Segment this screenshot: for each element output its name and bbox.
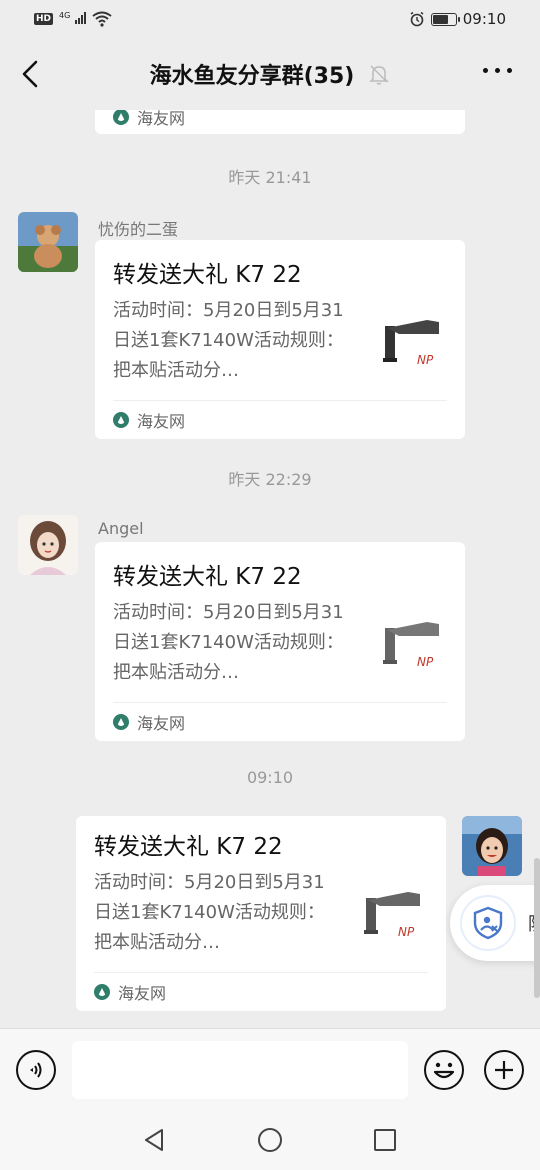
thumb-logo: NP	[417, 353, 434, 367]
thumb-logo: NP	[398, 925, 415, 939]
card-description: 活动时间：5月20日到5月31日送1套K7140W活动规则：把本贴活动分…	[113, 602, 344, 683]
source-icon	[113, 714, 129, 730]
avatar[interactable]	[18, 515, 78, 575]
chat-area[interactable]: 海友网 昨天 21:41 忧伤的二蛋 转发送大礼 K7 22 活动时间：5月20…	[0, 110, 540, 1028]
chat-title-wrap: 海水鱼友分享群(35)	[150, 58, 391, 90]
chat-title: 海水鱼友分享群(35)	[149, 64, 355, 89]
more-functions-button[interactable]	[484, 1050, 524, 1090]
input-bar	[0, 1028, 540, 1110]
hd-badge: HD	[34, 13, 54, 25]
mute-bell-icon	[369, 65, 390, 85]
system-recents-icon[interactable]	[374, 1129, 396, 1151]
link-card[interactable]: 转发送大礼 K7 22 活动时间：5月20日到5月31日送1套K7140W活动规…	[95, 240, 465, 439]
card-source: 海友网	[137, 412, 186, 431]
card-footer: 海友网	[94, 973, 428, 1011]
plus-icon	[495, 1061, 513, 1079]
back-arrow-icon[interactable]	[18, 58, 42, 90]
wifi-icon	[92, 11, 112, 27]
scrollbar[interactable]	[534, 858, 540, 998]
message-timestamp: 09:10	[246, 768, 294, 787]
status-left: HD 4G	[34, 10, 112, 28]
sender-name: 忧伤的二蛋	[98, 220, 179, 239]
my-avatar[interactable]	[462, 816, 522, 876]
card-description: 活动时间：5月20日到5月31日送1套K7140W活动规则：把本贴活动分…	[113, 300, 344, 381]
card-title: 转发送大礼 K7 22	[113, 564, 302, 590]
message-timestamp: 昨天 21:41	[228, 168, 312, 187]
alarm-icon	[410, 11, 424, 27]
lamp-thumbnail-image: NP	[375, 308, 447, 380]
lamp-thumbnail-image: NP	[375, 610, 447, 682]
system-back-icon[interactable]	[143, 1128, 165, 1152]
cellular-signal-icon: 4G	[59, 10, 87, 28]
card-body: 活动时间：5月20日到5月31日送1套K7140W活动规则：把本贴活动分… NP	[113, 598, 447, 690]
card-source: 海友网	[137, 110, 186, 128]
source-icon	[113, 412, 129, 428]
card-footer: 海友网	[113, 401, 447, 439]
card-title: 转发送大礼 K7 22	[94, 834, 283, 860]
card-description: 活动时间：5月20日到5月31日送1套K7140W活动规则：把本贴活动分…	[94, 872, 325, 953]
status-right: 09:10	[409, 10, 506, 28]
emoji-button[interactable]	[424, 1050, 464, 1090]
source-icon	[94, 984, 110, 1000]
emoji-icon	[433, 1062, 455, 1079]
card-title: 转发送大礼 K7 22	[113, 262, 302, 288]
card-source: 海友网	[137, 714, 186, 733]
card-body: 活动时间：5月20日到5月31日送1套K7140W活动规则：把本贴活动分… NP	[94, 868, 428, 960]
avatar[interactable]	[18, 212, 78, 272]
shield-icon	[460, 895, 516, 951]
voice-icon	[30, 1062, 42, 1078]
partial-message-card[interactable]: 海友网	[95, 110, 465, 134]
card-source: 海友网	[118, 984, 167, 1003]
floating-security-widget[interactable]: 防	[450, 885, 540, 961]
thumb-logo: NP	[417, 655, 434, 669]
status-bar: HD 4G 09:10	[0, 0, 540, 38]
chat-header: 海水鱼友分享群(35)	[0, 38, 540, 110]
message-timestamp: 昨天 22:29	[228, 470, 312, 489]
battery-icon	[430, 12, 460, 26]
status-time: 09:10	[462, 10, 506, 28]
more-options-button[interactable]	[483, 68, 512, 73]
system-navigation-bar	[0, 1110, 540, 1170]
message-input[interactable]	[72, 1041, 408, 1099]
my-link-card[interactable]: 转发送大礼 K7 22 活动时间：5月20日到5月31日送1套K7140W活动规…	[76, 816, 446, 1011]
sender-name: Angel	[98, 519, 144, 538]
card-footer: 海友网	[113, 703, 447, 741]
source-icon	[113, 110, 129, 125]
lamp-thumbnail-image: NP	[356, 880, 428, 952]
link-card[interactable]: 转发送大礼 K7 22 活动时间：5月20日到5月31日送1套K7140W活动规…	[95, 542, 465, 741]
card-body: 活动时间：5月20日到5月31日送1套K7140W活动规则：把本贴活动分… NP	[113, 296, 447, 388]
network-type: 4G	[59, 11, 71, 20]
voice-input-button[interactable]	[16, 1050, 56, 1090]
system-home-icon[interactable]	[258, 1128, 282, 1152]
